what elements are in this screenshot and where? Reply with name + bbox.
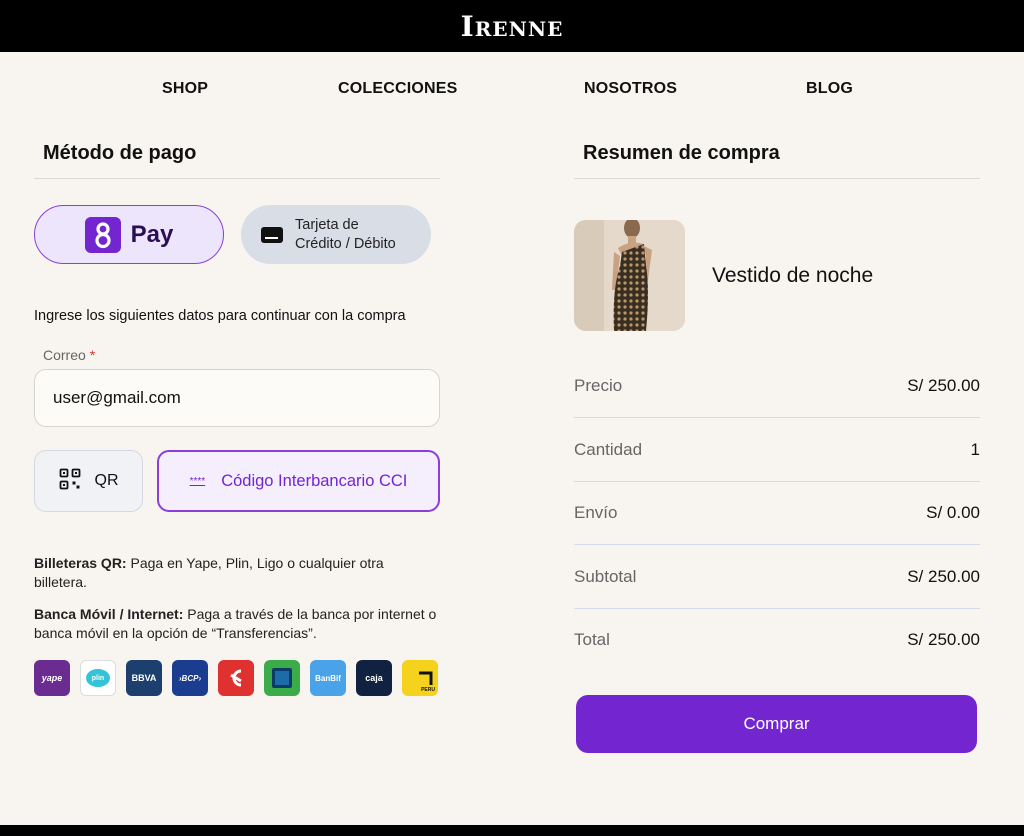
cci-button[interactable]: **** Código Interbancario CCI xyxy=(157,450,440,512)
pay-method-label: Pay xyxy=(130,220,174,248)
instruction-text: Ingrese los siguientes datos para contin… xyxy=(34,308,406,324)
cci-label: Código Interbancario CCI xyxy=(221,471,408,490)
footer-bar xyxy=(0,825,1024,836)
row-value: 1 xyxy=(970,440,980,459)
plin-logo-text: plin xyxy=(86,669,110,687)
card-method-button[interactable]: Tarjeta de Crédito / Débito xyxy=(241,205,431,264)
email-input[interactable] xyxy=(34,369,440,427)
caja-logo-text: caja xyxy=(365,673,383,683)
qr-button[interactable]: QR xyxy=(34,450,143,512)
qr-label: QR xyxy=(94,472,119,489)
pay-method-button[interactable]: Pay xyxy=(34,205,224,264)
summary-title: Resumen de compra xyxy=(583,142,780,164)
required-mark: * xyxy=(89,347,96,363)
plin-logo-icon: plin xyxy=(80,660,116,696)
bbva-logo-text: BBVA xyxy=(131,673,157,683)
bcp-logo-icon: ›BCP› xyxy=(172,660,208,696)
banbif-logo-icon: BanBif xyxy=(310,660,346,696)
buy-button[interactable]: Comprar xyxy=(576,695,977,753)
bank-info: Banca Móvil / Internet: Paga a través de… xyxy=(34,605,440,642)
wallets-info: Billeteras QR: Paga en Yape, Plin, Ligo … xyxy=(34,554,440,591)
pichincha-logo-icon: PERU xyxy=(402,660,438,696)
interbank-mark xyxy=(272,668,292,688)
wallets-info-bold: Billeteras QR: xyxy=(34,555,127,571)
yape-logo-text: yape xyxy=(41,673,63,683)
nav-blog[interactable]: BLOG xyxy=(806,80,853,98)
brand-logo[interactable]: Irenne xyxy=(461,10,564,43)
interbank-logo-icon xyxy=(264,660,300,696)
summary-row-precio: Precio S/ 250.00 xyxy=(574,354,980,417)
row-value: S/ 250.00 xyxy=(907,630,980,649)
nav-nosotros[interactable]: NOSOTROS xyxy=(584,80,677,98)
row-label: Cantidad xyxy=(574,440,643,459)
row-label: Envío xyxy=(574,503,618,522)
payment-title: Método de pago xyxy=(43,142,197,164)
row-label: Precio xyxy=(574,376,623,395)
bank-logos: yape plin BBVA ›BCP› BanBif caja PERU xyxy=(34,660,438,696)
yape-logo-icon: yape xyxy=(34,660,70,696)
summary-divider xyxy=(574,178,980,179)
banbif-logo-text: BanBif xyxy=(315,673,341,683)
scotiabank-logo-icon xyxy=(218,660,254,696)
summary-row-cantidad: Cantidad 1 xyxy=(574,418,980,481)
row-label: Subtotal xyxy=(574,567,637,586)
email-label: Correo * xyxy=(43,347,95,363)
bcp-logo-text: ›BCP› xyxy=(178,673,202,683)
email-label-text: Correo xyxy=(43,347,86,363)
summary-row-subtotal: Subtotal S/ 250.00 xyxy=(574,545,980,608)
caja-logo-icon: caja xyxy=(356,660,392,696)
summary-row-total: Total S/ 250.00 xyxy=(574,608,980,671)
summary-row-envio: Envío S/ 0.00 xyxy=(574,481,980,544)
credit-card-icon xyxy=(261,226,283,243)
product-name: Vestido de noche xyxy=(712,264,874,287)
card-label-line1: Tarjeta de xyxy=(295,216,359,233)
row-label: Total xyxy=(574,630,610,649)
row-value: S/ 250.00 xyxy=(907,567,980,586)
card-label-line2: Crédito / Débito xyxy=(295,235,396,252)
bank-info-bold: Banca Móvil / Internet: xyxy=(34,606,184,622)
main-nav: SHOP COLECCIONES NOSOTROS BLOG xyxy=(0,80,1024,100)
product-image[interactable] xyxy=(574,220,685,331)
pay-logo-icon xyxy=(84,216,121,253)
row-value: S/ 250.00 xyxy=(907,376,980,395)
card-method-label: Tarjeta de Crédito / Débito xyxy=(295,216,396,254)
payment-divider xyxy=(34,178,440,179)
bbva-logo-icon: BBVA xyxy=(126,660,162,696)
nav-colecciones[interactable]: COLECCIONES xyxy=(338,80,458,98)
pichincha-logo-text: PERU xyxy=(421,687,435,693)
qr-code-icon xyxy=(59,468,81,495)
nav-shop[interactable]: SHOP xyxy=(162,80,208,98)
top-bar: Irenne xyxy=(0,0,1024,52)
masked-number-icon: **** xyxy=(189,475,206,487)
row-value: S/ 0.00 xyxy=(926,503,980,522)
